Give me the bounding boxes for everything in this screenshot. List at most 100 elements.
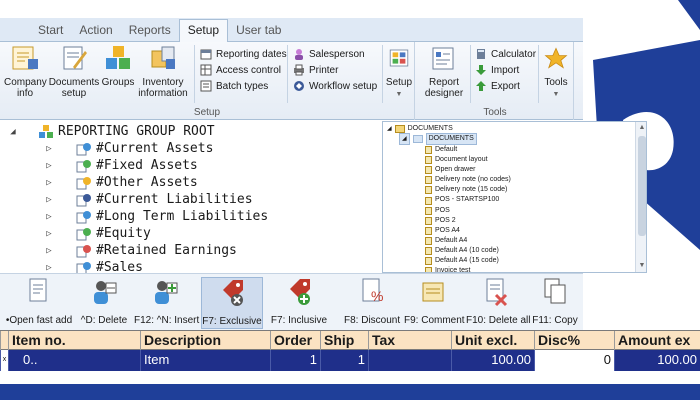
cell-description[interactable]: Item <box>140 350 270 371</box>
scroll-down-icon[interactable]: ▼ <box>636 260 646 272</box>
delete-user-icon <box>94 281 117 304</box>
table-row[interactable]: x 0.. Item 1 1 100.00 0 100.00 <box>0 350 700 371</box>
document-item[interactable]: Default A4 <box>425 236 467 246</box>
import-button[interactable]: Import <box>475 63 519 77</box>
document-item[interactable]: POS 2 <box>425 216 456 226</box>
tab-reports[interactable]: Reports <box>121 23 179 41</box>
col-unit-excl[interactable]: Unit excl. <box>451 331 534 351</box>
collapse-triangle-icon[interactable]: ◢ <box>387 124 392 134</box>
workflow-setup-button[interactable]: Workflow setup <box>293 79 377 93</box>
document-item[interactable]: Invoice test <box>425 266 470 272</box>
delete-all-icon <box>486 278 508 307</box>
col-description[interactable]: Description <box>140 331 270 351</box>
expand-triangle-icon[interactable]: ▷ <box>44 229 54 239</box>
collapse-triangle-icon[interactable]: ◢ <box>8 127 18 137</box>
line-items-grid: Item no. Description Order Ship Tax Unit… <box>0 330 700 374</box>
comment-button[interactable]: F9: Comment <box>404 277 465 329</box>
col-ship[interactable]: Ship <box>320 331 368 351</box>
toolbar-button-label: F7: Exclusive <box>202 316 262 327</box>
tree-node[interactable]: ▷ #Retained Earnings <box>44 242 237 259</box>
reporting-dates-button[interactable]: Reporting dates <box>200 47 287 61</box>
tree-node[interactable]: ▷ #Other Assets <box>44 174 197 191</box>
documents-scrollbar[interactable]: ▲ ▼ <box>635 122 646 272</box>
toolbar-button-label: F8: Discount <box>344 315 401 326</box>
tree-node[interactable]: ▷ #Current Liabilities <box>44 191 252 208</box>
tree-node[interactable]: ▷ #Fixed Assets <box>44 157 197 174</box>
document-item[interactable]: Default <box>425 145 457 155</box>
document-item-label: Delivery note (no codes) <box>435 176 511 184</box>
cell-order[interactable]: 1 <box>270 350 320 371</box>
tab-setup[interactable]: Setup <box>178 19 229 42</box>
document-item[interactable]: Document layout <box>425 155 488 165</box>
report-designer-button[interactable]: Report designer <box>421 45 467 99</box>
calculator-button[interactable]: Calculator <box>475 47 536 61</box>
collapse-triangle-icon[interactable]: ◢ <box>399 132 410 146</box>
cell-ship[interactable]: 1 <box>320 350 368 371</box>
documents-folder-node[interactable]: ◢ DOCUMENTS <box>399 132 477 146</box>
tab-start[interactable]: Start <box>30 23 71 41</box>
expand-triangle-icon[interactable]: ▷ <box>44 178 54 188</box>
export-button[interactable]: Export <box>475 79 520 93</box>
cell-disc-editor[interactable]: 0 <box>534 350 614 371</box>
inclusive-tag-button[interactable]: F7: Inclusive <box>264 277 334 329</box>
tree-root-node[interactable]: ◢ REPORTING GROUP ROOT <box>8 123 214 140</box>
delete-all-button[interactable]: F10: Delete all <box>466 277 530 329</box>
tree-node[interactable]: ▷ #Sales <box>44 259 143 273</box>
document-item[interactable]: Default A4 (15 code) <box>425 256 499 266</box>
tree-node[interactable]: ▷ #Current Assets <box>44 140 213 157</box>
printer-button[interactable]: Printer <box>293 63 338 77</box>
document-item[interactable]: Open drawer <box>425 165 475 175</box>
printer-icon <box>294 64 304 76</box>
col-order[interactable]: Order <box>270 331 320 351</box>
tree-node[interactable]: ▷ #Equity <box>44 225 151 242</box>
document-item[interactable]: POS A4 <box>425 226 460 236</box>
access-control-button[interactable]: Access control <box>200 63 281 77</box>
svg-text:%: % <box>371 288 383 304</box>
company-info-button[interactable]: Company info <box>4 45 47 99</box>
delete-user-button[interactable]: ^D: Delete <box>78 277 130 329</box>
documents-setup-button[interactable]: Documents setup <box>48 45 100 99</box>
inclusive-tag-icon <box>290 279 310 305</box>
copy-button[interactable]: F11: Copy <box>530 277 580 329</box>
col-amount[interactable]: Amount ex <box>614 331 700 351</box>
setup-dropdown-button[interactable]: Setup ▼ <box>385 45 413 100</box>
document-item[interactable]: POS <box>425 206 450 216</box>
ribbon-separator <box>470 45 471 103</box>
document-item[interactable]: Default A4 (10 code) <box>425 246 499 256</box>
groups-button[interactable]: Groups <box>100 45 136 88</box>
cell-unit-excl[interactable]: 100.00 <box>451 350 534 371</box>
folder-icon <box>412 135 423 143</box>
expand-triangle-icon[interactable]: ▷ <box>44 212 54 222</box>
salesperson-button[interactable]: Salesperson <box>293 47 365 61</box>
document-item[interactable]: POS - STARTSP100 <box>425 196 499 206</box>
exclusive-tag-button[interactable]: F7: Exclusive <box>201 277 263 329</box>
document-item[interactable]: Delivery note (no codes) <box>425 175 511 185</box>
open-fast-add-button[interactable]: •Open fast add <box>4 277 74 329</box>
document-icon <box>425 247 432 255</box>
col-item-no[interactable]: Item no. <box>8 331 140 351</box>
scroll-up-icon[interactable]: ▲ <box>636 122 646 134</box>
tree-node-label: #Sales <box>96 260 143 273</box>
account-group-icon <box>76 193 91 206</box>
tools-dropdown-button[interactable]: Tools ▼ <box>541 45 571 100</box>
discount-button[interactable]: % F8: Discount <box>344 277 400 329</box>
tab-action[interactable]: Action <box>71 23 120 41</box>
cell-amount[interactable]: 100.00 <box>614 350 700 371</box>
insert-user-button[interactable]: F12: ^N: Insert <box>134 277 199 329</box>
cell-item-no[interactable]: 0.. <box>8 350 140 371</box>
tree-node[interactable]: ▷ #Long Term Liabilities <box>44 208 268 225</box>
account-group-icon <box>76 244 91 257</box>
expand-triangle-icon[interactable]: ▷ <box>44 161 54 171</box>
cell-tax[interactable] <box>368 350 451 371</box>
expand-triangle-icon[interactable]: ▷ <box>44 195 54 205</box>
expand-triangle-icon[interactable]: ▷ <box>44 246 54 256</box>
batch-types-button[interactable]: Batch types <box>200 79 268 93</box>
col-tax[interactable]: Tax <box>368 331 451 351</box>
document-item[interactable]: Delivery note (15 code) <box>425 185 507 195</box>
inventory-information-button[interactable]: Inventory information <box>138 45 188 99</box>
tab-user-tab[interactable]: User tab <box>228 23 289 41</box>
expand-triangle-icon[interactable]: ▷ <box>44 144 54 154</box>
expand-triangle-icon[interactable]: ▷ <box>44 263 54 273</box>
scrollbar-thumb[interactable] <box>638 136 646 236</box>
col-disc[interactable]: Disc% <box>534 331 614 351</box>
